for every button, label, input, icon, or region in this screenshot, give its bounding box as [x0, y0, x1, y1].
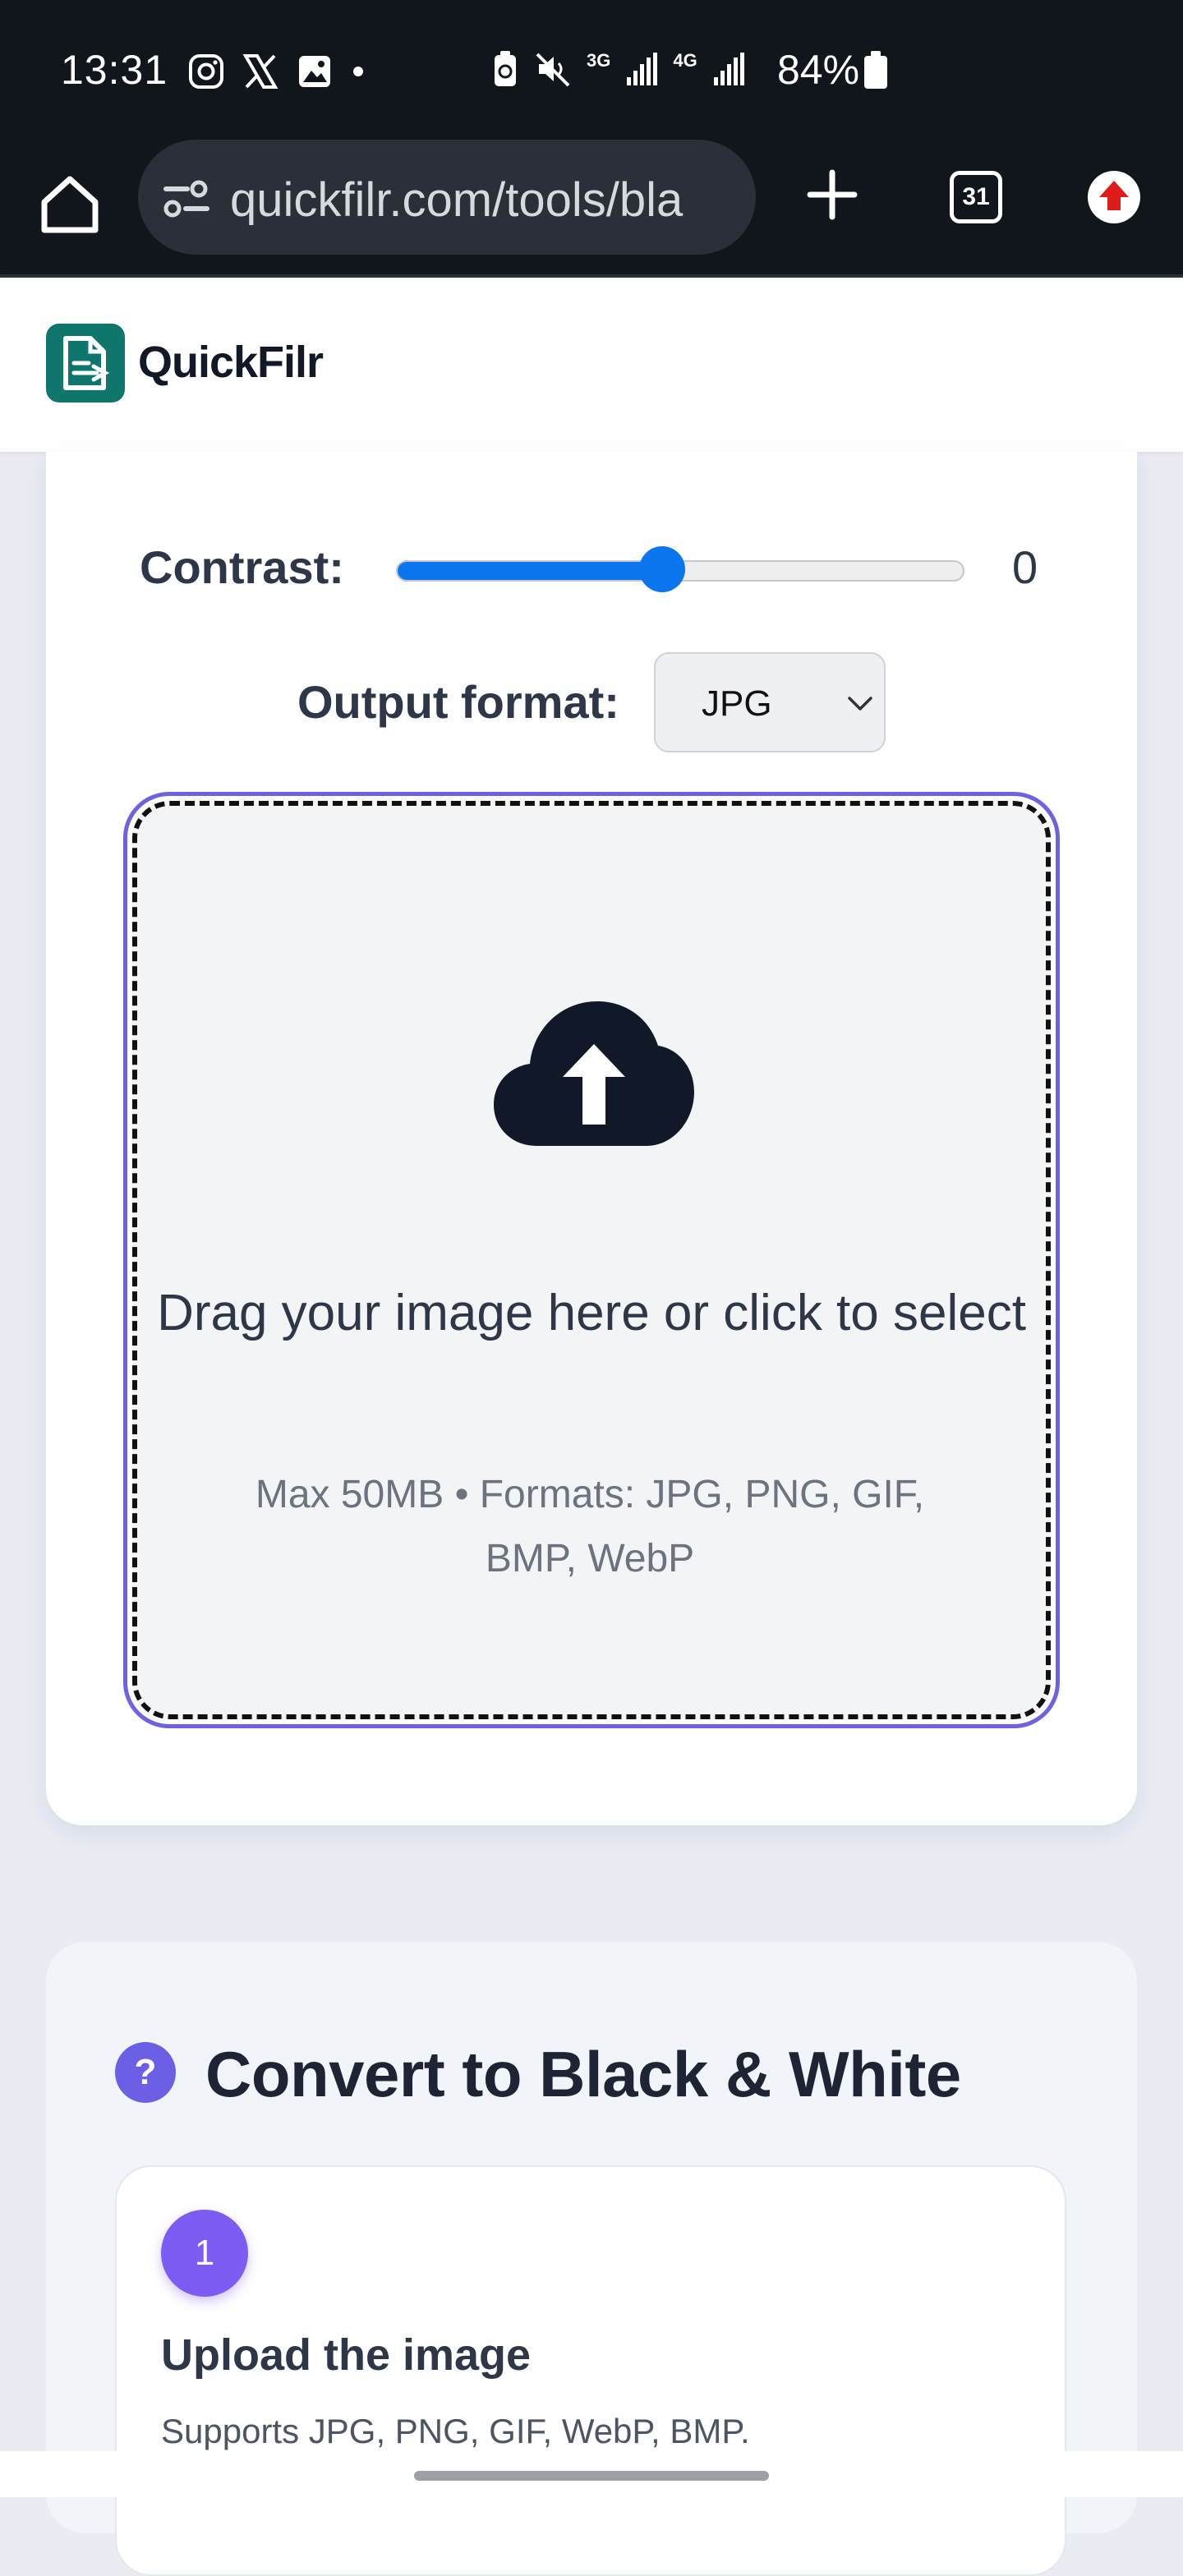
dot-icon — [353, 67, 363, 76]
battery-percent: 84% — [777, 47, 860, 93]
signal-icon-2 — [713, 53, 744, 85]
question-icon: ? — [115, 2042, 176, 2103]
url-text[interactable]: quickfilr.com/tools/bla — [230, 172, 739, 225]
home-gesture-handle[interactable] — [414, 2471, 769, 2481]
battery-icon — [864, 51, 887, 89]
gallery-icon — [299, 56, 330, 87]
drop-zone-hint: Max 50MB • Formats: JPG, PNG, GIF, BMP, … — [255, 1473, 925, 1580]
plus-icon[interactable] — [803, 166, 861, 223]
network-3g-label: 3G — [587, 50, 611, 71]
cloud-upload-icon — [494, 1001, 694, 1146]
x-icon — [242, 54, 278, 89]
site-settings-icon[interactable] — [163, 179, 210, 218]
step-title: Upload the image — [161, 2330, 532, 2380]
update-button[interactable] — [1088, 171, 1140, 223]
contrast-slider-thumb[interactable] — [639, 546, 685, 592]
drop-zone-inner[interactable]: Drag your image here or click to select … — [132, 801, 1051, 1719]
instagram-icon — [189, 54, 223, 89]
status-time: 13:31 — [61, 47, 168, 93]
logo-icon[interactable] — [46, 324, 125, 402]
step-card: 1 Upload the image Supports JPG, PNG, GI… — [115, 2165, 1066, 2576]
tab-switcher-button[interactable]: 31 — [950, 171, 1002, 223]
tool-card: Contrast: 0 Output format: JPG Drag your… — [46, 452, 1137, 1825]
drop-zone-title: Drag your image here or click to select — [137, 1271, 1046, 1356]
document-arrow-icon — [63, 336, 110, 390]
address-bar[interactable]: quickfilr.com/tools/bla — [138, 140, 756, 255]
status-bar: 13:31 3G 4G 84% — [0, 0, 1183, 136]
image-drop-zone[interactable]: Drag your image here or click to select … — [123, 792, 1060, 1728]
notification-icons — [187, 53, 366, 90]
howto-section: ? Convert to Black & White 1 Upload the … — [46, 1942, 1137, 2576]
arrow-up-icon — [1099, 181, 1129, 210]
site-header: QuickFilr — [0, 278, 1183, 452]
battery-saver-icon — [495, 51, 516, 86]
mute-icon — [536, 53, 570, 87]
contrast-label: Contrast: — [140, 541, 344, 593]
output-format-label: Output format: — [297, 676, 619, 728]
signal-icon — [627, 53, 658, 85]
brand-name[interactable]: QuickFilr — [138, 337, 324, 388]
step-description: Supports JPG, PNG, GIF, WebP, BMP. — [161, 2412, 750, 2450]
contrast-slider-fill — [398, 562, 680, 580]
browser-toolbar: quickfilr.com/tools/bla 31 — [0, 136, 1183, 278]
chevron-down-icon — [848, 697, 872, 711]
output-format-select[interactable]: JPG — [654, 652, 886, 752]
network-4g-label: 4G — [673, 50, 697, 71]
drop-zone-title-text: Drag your image here or click to select — [157, 1285, 1026, 1341]
howto-title: Convert to Black & White — [205, 2038, 961, 2110]
contrast-value: 0 — [1012, 541, 1038, 593]
output-format-value: JPG — [702, 683, 772, 724]
step-number-badge: 1 — [161, 2210, 248, 2297]
gesture-navigation-bar — [0, 2451, 1183, 2497]
home-icon[interactable] — [33, 166, 107, 240]
system-icons: 3G 4G — [491, 49, 745, 89]
